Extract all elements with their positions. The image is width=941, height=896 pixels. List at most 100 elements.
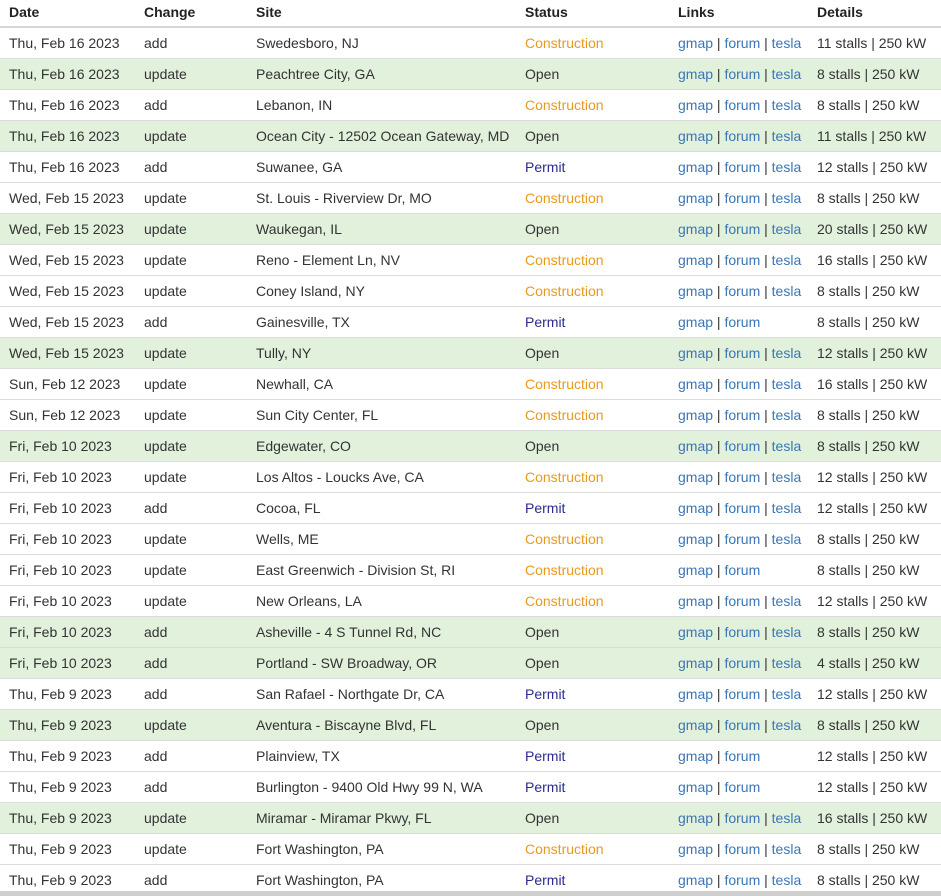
table-row[interactable]: Thu, Feb 9 2023 add Plainview, TX Permit gma… [0, 740, 941, 772]
gmap-link[interactable]: gmap [678, 531, 713, 547]
table-row[interactable]: Fri, Feb 10 2023 update Los Altos - Loucks… [0, 461, 941, 493]
tesla-link[interactable]: tesla [772, 407, 802, 423]
table-row[interactable]: Thu, Feb 16 2023 add Swedesboro, NJ Constru… [0, 27, 941, 59]
forum-link[interactable]: forum [724, 872, 760, 888]
gmap-link[interactable]: gmap [678, 686, 713, 702]
tesla-link[interactable]: tesla [772, 128, 802, 144]
table-row[interactable]: Thu, Feb 16 2023 add Suwanee, GA Permit gmap… [0, 151, 941, 183]
tesla-link[interactable]: tesla [772, 872, 802, 888]
forum-link[interactable]: forum [724, 345, 760, 361]
tesla-link[interactable]: tesla [772, 686, 802, 702]
tesla-link[interactable]: tesla [772, 593, 802, 609]
tesla-link[interactable]: tesla [772, 66, 802, 82]
table-row[interactable]: Wed, Feb 15 2023 add Gainesville, TX Permit… [0, 306, 941, 338]
tesla-link[interactable]: tesla [772, 376, 802, 392]
gmap-link[interactable]: gmap [678, 748, 713, 764]
forum-link[interactable]: forum [724, 469, 760, 485]
table-row[interactable]: Fri, Feb 10 2023 update Edgewater, CO Open g… [0, 430, 941, 462]
column-header-site[interactable]: Site [256, 0, 525, 28]
tesla-link[interactable]: tesla [772, 345, 802, 361]
tesla-link[interactable]: tesla [772, 810, 802, 826]
forum-link[interactable]: forum [724, 221, 760, 237]
forum-link[interactable]: forum [724, 97, 760, 113]
forum-link[interactable]: forum [724, 624, 760, 640]
gmap-link[interactable]: gmap [678, 221, 713, 237]
gmap-link[interactable]: gmap [678, 159, 713, 175]
tesla-link[interactable]: tesla [772, 717, 802, 733]
tesla-link[interactable]: tesla [772, 159, 802, 175]
tesla-link[interactable]: tesla [772, 438, 802, 454]
tesla-link[interactable]: tesla [772, 500, 802, 516]
gmap-link[interactable]: gmap [678, 190, 713, 206]
gmap-link[interactable]: gmap [678, 407, 713, 423]
table-row[interactable]: Thu, Feb 9 2023 update Aventura - Biscayne… [0, 709, 941, 741]
table-row[interactable]: Thu, Feb 9 2023 add San Rafael - Northgate… [0, 678, 941, 710]
tesla-link[interactable]: tesla [772, 624, 802, 640]
gmap-link[interactable]: gmap [678, 593, 713, 609]
gmap-link[interactable]: gmap [678, 314, 713, 330]
forum-link[interactable]: forum [724, 35, 760, 51]
forum-link[interactable]: forum [724, 500, 760, 516]
gmap-link[interactable]: gmap [678, 35, 713, 51]
tesla-link[interactable]: tesla [772, 190, 802, 206]
table-row[interactable]: Fri, Feb 10 2023 add Portland - SW Broadwa… [0, 647, 941, 679]
gmap-link[interactable]: gmap [678, 500, 713, 516]
forum-link[interactable]: forum [724, 531, 760, 547]
forum-link[interactable]: forum [724, 252, 760, 268]
forum-link[interactable]: forum [724, 438, 760, 454]
tesla-link[interactable]: tesla [772, 469, 802, 485]
table-row[interactable]: Thu, Feb 9 2023 update Miramar - Miramar P… [0, 802, 941, 834]
gmap-link[interactable]: gmap [678, 810, 713, 826]
gmap-link[interactable]: gmap [678, 841, 713, 857]
table-row[interactable]: Wed, Feb 15 2023 update Tully, NY Open gmap … [0, 337, 941, 369]
table-row[interactable]: Thu, Feb 16 2023 add Lebanon, IN Constructi… [0, 89, 941, 121]
table-row[interactable]: Fri, Feb 10 2023 update New Orleans, LA Con… [0, 585, 941, 617]
forum-link[interactable]: forum [724, 593, 760, 609]
gmap-link[interactable]: gmap [678, 128, 713, 144]
table-row[interactable]: Thu, Feb 16 2023 update Peachtree City, GA… [0, 58, 941, 90]
gmap-link[interactable]: gmap [678, 66, 713, 82]
table-row[interactable]: Wed, Feb 15 2023 update St. Louis - Riverv… [0, 182, 941, 214]
forum-link[interactable]: forum [724, 128, 760, 144]
table-row[interactable]: Fri, Feb 10 2023 update East Greenwich - D… [0, 554, 941, 586]
table-row[interactable]: Wed, Feb 15 2023 update Waukegan, IL Open gm… [0, 213, 941, 245]
forum-link[interactable]: forum [724, 686, 760, 702]
tesla-link[interactable]: tesla [772, 841, 802, 857]
forum-link[interactable]: forum [724, 159, 760, 175]
forum-link[interactable]: forum [724, 314, 760, 330]
tesla-link[interactable]: tesla [772, 221, 802, 237]
tesla-link[interactable]: tesla [772, 283, 802, 299]
column-header-status[interactable]: Status [525, 0, 678, 28]
tesla-link[interactable]: tesla [772, 531, 802, 547]
gmap-link[interactable]: gmap [678, 97, 713, 113]
gmap-link[interactable]: gmap [678, 779, 713, 795]
column-header-change[interactable]: Change [144, 0, 256, 28]
gmap-link[interactable]: gmap [678, 252, 713, 268]
gmap-link[interactable]: gmap [678, 655, 713, 671]
forum-link[interactable]: forum [724, 717, 760, 733]
table-row[interactable]: Thu, Feb 9 2023 add Burlington - 9400 Old … [0, 771, 941, 803]
table-row[interactable]: Thu, Feb 9 2023 update Fort Washington, PA… [0, 833, 941, 865]
forum-link[interactable]: forum [724, 66, 760, 82]
table-row[interactable]: Fri, Feb 10 2023 add Asheville - 4 S Tunne… [0, 616, 941, 648]
gmap-link[interactable]: gmap [678, 624, 713, 640]
forum-link[interactable]: forum [724, 562, 760, 578]
horizontal-scrollbar[interactable] [0, 891, 941, 896]
forum-link[interactable]: forum [724, 841, 760, 857]
forum-link[interactable]: forum [724, 748, 760, 764]
forum-link[interactable]: forum [724, 376, 760, 392]
gmap-link[interactable]: gmap [678, 872, 713, 888]
forum-link[interactable]: forum [724, 190, 760, 206]
gmap-link[interactable]: gmap [678, 376, 713, 392]
table-row[interactable]: Fri, Feb 10 2023 add Cocoa, FL Permit gmap |… [0, 492, 941, 524]
tesla-link[interactable]: tesla [772, 97, 802, 113]
tesla-link[interactable]: tesla [772, 252, 802, 268]
table-row[interactable]: Sun, Feb 12 2023 update Sun City Center, F… [0, 399, 941, 431]
forum-link[interactable]: forum [724, 407, 760, 423]
table-row[interactable]: Wed, Feb 15 2023 update Coney Island, NY Co… [0, 275, 941, 307]
table-row[interactable]: Fri, Feb 10 2023 update Wells, ME Construct… [0, 523, 941, 555]
gmap-link[interactable]: gmap [678, 438, 713, 454]
table-row[interactable]: Wed, Feb 15 2023 update Reno - Element Ln,… [0, 244, 941, 276]
gmap-link[interactable]: gmap [678, 283, 713, 299]
forum-link[interactable]: forum [724, 779, 760, 795]
